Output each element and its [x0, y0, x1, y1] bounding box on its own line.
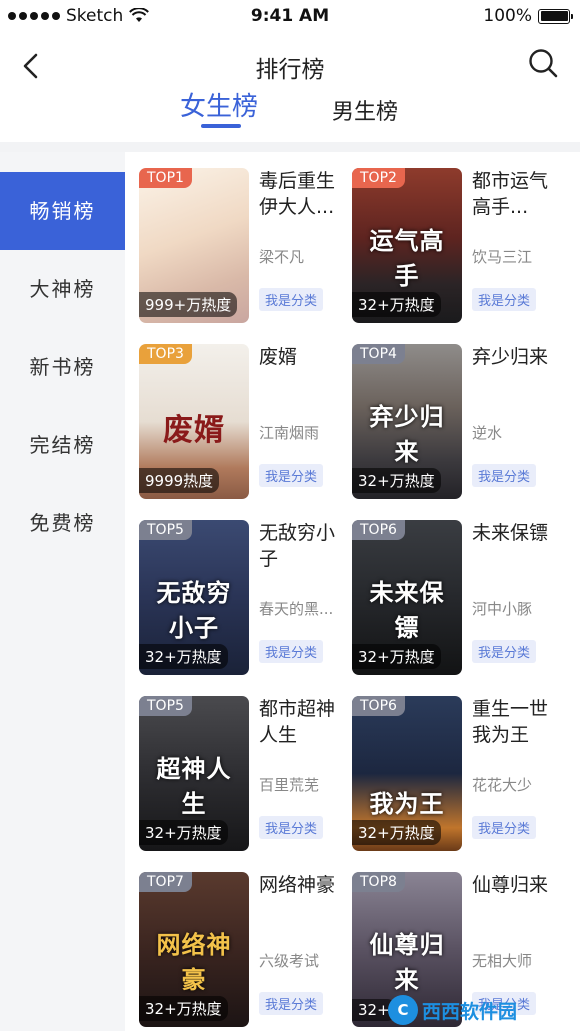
- cover-title: 仙尊归来: [369, 930, 445, 994]
- book-card[interactable]: 仙尊归来 TOP8 32+ 仙尊归来 无相大师 我是分类: [338, 856, 558, 1027]
- category-tag[interactable]: 我是分类: [259, 288, 324, 311]
- watermark-text: 西西软件园: [422, 1000, 518, 1023]
- heat-badge: 32+万热度: [139, 996, 228, 1021]
- book-author: 逆水: [472, 424, 503, 442]
- sidebar-item-master[interactable]: 大神榜: [0, 250, 125, 328]
- category-tag[interactable]: 我是分类: [259, 816, 324, 839]
- book-cover[interactable]: 我为王 TOP6 32+万热度: [352, 696, 462, 851]
- book-card[interactable]: 超神人生 TOP5 32+万热度 都市超神人生 百里荒芜 我是分类: [125, 680, 345, 851]
- heat-badge: 32+万热度: [352, 644, 441, 669]
- active-tab-indicator: [201, 124, 241, 128]
- book-title[interactable]: 未来保镖: [472, 520, 564, 546]
- battery-percent: 100%: [483, 6, 532, 26]
- cover-title: 超神人生: [156, 754, 232, 818]
- rank-badge: TOP5: [139, 696, 192, 716]
- sidebar-item-bestseller[interactable]: 畅销榜: [0, 172, 125, 250]
- heat-badge: 9999热度: [139, 468, 220, 493]
- tab-male[interactable]: 男生榜: [332, 94, 398, 126]
- book-author: 无相大师: [472, 952, 533, 970]
- rank-badge: TOP6: [352, 520, 405, 540]
- tab-female[interactable]: 女生榜: [180, 86, 258, 123]
- heat-badge: 32+万热度: [139, 820, 228, 845]
- book-title[interactable]: 仙尊归来: [472, 872, 564, 898]
- sidebar-item-new[interactable]: 新书榜: [0, 328, 125, 406]
- book-card[interactable]: 无敌穷小子 TOP5 32+万热度 无敌穷小子 春天的黑... 我是分类: [125, 504, 345, 675]
- heat-badge: 32+万热度: [352, 468, 441, 493]
- cover-title: 未来保镖: [369, 578, 445, 642]
- page-title: 排行榜: [255, 57, 325, 83]
- book-card[interactable]: 弃少归来 TOP4 32+万热度 弃少归来 逆水 我是分类: [338, 328, 558, 499]
- cover-title: 弃少归来: [369, 402, 445, 466]
- heat-badge: 32+万热度: [139, 644, 228, 669]
- category-tag[interactable]: 我是分类: [259, 464, 324, 487]
- book-grid: TOP1 999+万热度 毒后重生伊大人... 梁不凡 我是分类 运气高手 TO…: [125, 152, 580, 1031]
- heat-badge: 999+万热度: [139, 292, 238, 317]
- book-cover[interactable]: 网络神豪 TOP7 32+万热度: [139, 872, 249, 1027]
- rank-badge: TOP8: [352, 872, 405, 892]
- site-watermark: C 西西软件园: [388, 993, 556, 1027]
- rank-badge: TOP6: [352, 696, 405, 716]
- book-card[interactable]: 未来保镖 TOP6 32+万热度 未来保镖 河中小豚 我是分类: [338, 504, 558, 675]
- book-cover[interactable]: 废婿 TOP3 9999热度: [139, 344, 249, 499]
- book-cover[interactable]: 运气高手 TOP2 32+万热度: [352, 168, 462, 323]
- category-tag[interactable]: 我是分类: [259, 640, 324, 663]
- book-author: 河中小豚: [472, 600, 533, 618]
- rank-badge: TOP7: [139, 872, 192, 892]
- book-title[interactable]: 都市运气高手...: [472, 168, 564, 220]
- book-cover[interactable]: 超神人生 TOP5 32+万热度: [139, 696, 249, 851]
- battery-icon: [538, 8, 573, 24]
- book-title[interactable]: 重生一世我为王: [472, 696, 564, 748]
- cover-title: 废婿: [163, 413, 225, 448]
- search-icon[interactable]: [526, 46, 560, 80]
- section-divider: [0, 142, 580, 152]
- gender-tabs: 女生榜 男生榜: [0, 86, 580, 134]
- book-author: 饮马三江: [472, 248, 533, 266]
- category-tag[interactable]: 我是分类: [472, 640, 537, 663]
- category-tag[interactable]: 我是分类: [472, 288, 537, 311]
- rank-badge: TOP5: [139, 520, 192, 540]
- book-cover[interactable]: 弃少归来 TOP4 32+万热度: [352, 344, 462, 499]
- category-tag[interactable]: 我是分类: [472, 464, 537, 487]
- rank-badge: TOP3: [139, 344, 192, 364]
- rank-badge: TOP2: [352, 168, 405, 188]
- cover-title: 运气高手: [369, 226, 445, 290]
- battery-status: 100%: [483, 6, 573, 26]
- category-tag[interactable]: 我是分类: [472, 816, 537, 839]
- book-card[interactable]: 网络神豪 TOP7 32+万热度 网络神豪 六级考试 我是分类: [125, 856, 345, 1027]
- cover-title: 网络神豪: [156, 930, 232, 994]
- book-card[interactable]: 废婿 TOP3 9999热度 废婿 江南烟雨 我是分类: [125, 328, 345, 499]
- category-tag[interactable]: 我是分类: [259, 992, 324, 1015]
- book-title[interactable]: 弃少归来: [472, 344, 564, 370]
- cover-title: 无敌穷小子: [156, 578, 232, 642]
- book-card[interactable]: TOP1 999+万热度 毒后重生伊大人... 梁不凡 我是分类: [125, 152, 345, 323]
- rank-badge: TOP4: [352, 344, 405, 364]
- ranking-sidebar: 畅销榜 大神榜 新书榜 完结榜 免费榜: [0, 152, 125, 1031]
- status-bar: Sketch 9:41 AM 100%: [0, 0, 580, 34]
- book-card[interactable]: 运气高手 TOP2 32+万热度 都市运气高手... 饮马三江 我是分类: [338, 152, 558, 323]
- book-cover[interactable]: 无敌穷小子 TOP5 32+万热度: [139, 520, 249, 675]
- sidebar-item-completed[interactable]: 完结榜: [0, 406, 125, 484]
- rank-badge: TOP1: [139, 168, 192, 188]
- watermark-logo-icon: C: [388, 995, 418, 1025]
- nav-bar: 排行榜: [0, 40, 580, 90]
- cover-title: 我为王: [369, 789, 445, 818]
- heat-badge: 32+万热度: [352, 820, 441, 845]
- book-card[interactable]: 我为王 TOP6 32+万热度 重生一世我为王 花花大少 我是分类: [338, 680, 558, 851]
- book-cover[interactable]: TOP1 999+万热度: [139, 168, 249, 323]
- book-author: 花花大少: [472, 776, 533, 794]
- heat-badge: 32+万热度: [352, 292, 441, 317]
- book-cover[interactable]: 未来保镖 TOP6 32+万热度: [352, 520, 462, 675]
- sidebar-item-free[interactable]: 免费榜: [0, 484, 125, 562]
